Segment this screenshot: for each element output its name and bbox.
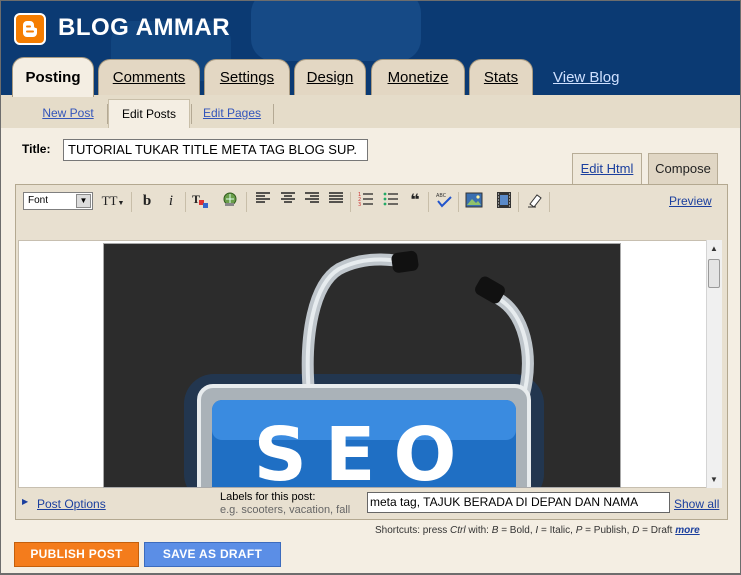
toolbar-divider [185,192,186,212]
svg-text:3: 3 [358,202,361,207]
align-left-icon[interactable] [253,191,273,211]
sub-tab-new-post[interactable]: New Post [34,99,102,128]
svg-text:ABC: ABC [436,193,447,199]
sub-tab-divider [273,104,274,124]
insert-video-icon[interactable] [494,191,514,211]
font-size-label: TT [101,193,118,208]
preview-link[interactable]: Preview [669,194,712,208]
sub-tab-divider [191,104,192,124]
toolbar-divider [549,192,550,212]
post-options-link[interactable]: Post Options [37,497,106,511]
spell-check-icon[interactable]: ABC [434,191,454,211]
seo-image[interactable]: SEO [103,243,621,488]
shortcuts-prefix: Shortcuts: press [375,525,448,536]
tab-label: Settings [219,69,275,86]
chevron-down-icon: ▼ [76,194,91,208]
shortcut-key: D [632,525,640,536]
shortcut-key: B [491,525,499,536]
tab-label: Design [306,69,354,86]
title-label: Title: [22,142,51,156]
scroll-up-icon[interactable]: ▲ [706,241,722,257]
scroll-thumb[interactable] [708,259,720,288]
seo-image-text: SEO [254,412,475,488]
labels-input[interactable]: meta tag, TAJUK BERADA DI DEPAN DAN NAMA [367,492,670,513]
svg-text:T: T [192,192,200,206]
blockquote-icon[interactable]: ❝ [405,191,425,211]
save-as-draft-button[interactable]: SAVE AS DRAFT [144,542,281,567]
tab-edit-html[interactable]: Edit Html [572,153,642,185]
link-icon[interactable] [220,191,240,211]
view-blog-link[interactable]: View Blog [553,69,619,86]
shortcut-desc: = Italic, [540,525,573,536]
tab-label: Comments [112,69,186,86]
blog-title[interactable]: BLOG AMMAR [58,14,230,42]
italic-icon[interactable]: i [161,191,181,211]
shortcut-key: I [535,525,539,536]
shortcut-desc: = Publish, [585,525,630,536]
sub-tab-edit-posts[interactable]: Edit Posts [108,99,190,128]
shortcuts-more-link[interactable]: more [675,525,699,536]
toolbar-divider [131,192,132,212]
insert-image-icon[interactable] [464,191,484,211]
toolbar-divider [428,192,429,212]
toolbar-divider [246,192,247,212]
labels-title: Labels for this post: [220,491,316,503]
post-title-input[interactable]: TUTORIAL TUKAR TITLE META TAG BLOG SUP. [63,139,368,161]
shortcuts-help: Shortcuts: press Ctrl with: B = Bold, I … [375,525,700,536]
toolbar-divider [350,192,351,212]
tab-design[interactable]: Design [294,59,366,95]
tab-label: Posting [25,69,81,86]
header-decoration [251,1,421,61]
tab-label: Monetize [387,69,449,86]
bullet-list-icon[interactable] [381,191,401,211]
tab-posting-active[interactable]: Posting [12,57,94,97]
tab-monetize[interactable]: Monetize [371,59,465,95]
blogger-logo-icon[interactable] [14,13,46,45]
toolbar-divider [518,192,519,212]
sub-tab-edit-pages[interactable]: Edit Pages [197,99,267,128]
align-justify-icon[interactable] [326,191,346,211]
shortcuts-with: with: [468,525,489,536]
shortcut-desc: = Bold, [501,525,533,536]
triangle-right-icon[interactable]: ▶ [22,497,28,506]
numbered-list-icon[interactable]: 123 [356,191,376,211]
align-right-icon[interactable] [302,191,322,211]
tab-compose[interactable]: Compose [648,153,718,185]
labels-hint: e.g. scooters, vacation, fall [220,504,351,516]
font-size-icon[interactable]: TT▼ [100,191,126,211]
remove-formatting-icon[interactable] [525,191,545,211]
publish-post-button[interactable]: PUBLISH POST [14,542,139,567]
align-center-icon[interactable] [278,191,298,211]
tab-comments[interactable]: Comments [98,59,200,95]
font-select-value: Font [28,195,49,206]
tab-label: Stats [483,69,519,86]
toolbar-divider [458,192,459,212]
font-select[interactable]: Font ▼ [23,192,93,210]
shortcut-key: P [575,525,583,536]
shortcut-ctrl: Ctrl [450,525,466,536]
bold-icon[interactable]: b [137,191,157,211]
scroll-down-icon[interactable]: ▼ [706,472,722,488]
tab-settings[interactable]: Settings [204,59,290,95]
text-color-icon[interactable]: T [190,191,210,211]
show-all-link[interactable]: Show all [674,497,719,511]
shortcut-desc: = Draft [642,525,673,536]
tab-stats[interactable]: Stats [469,59,533,95]
